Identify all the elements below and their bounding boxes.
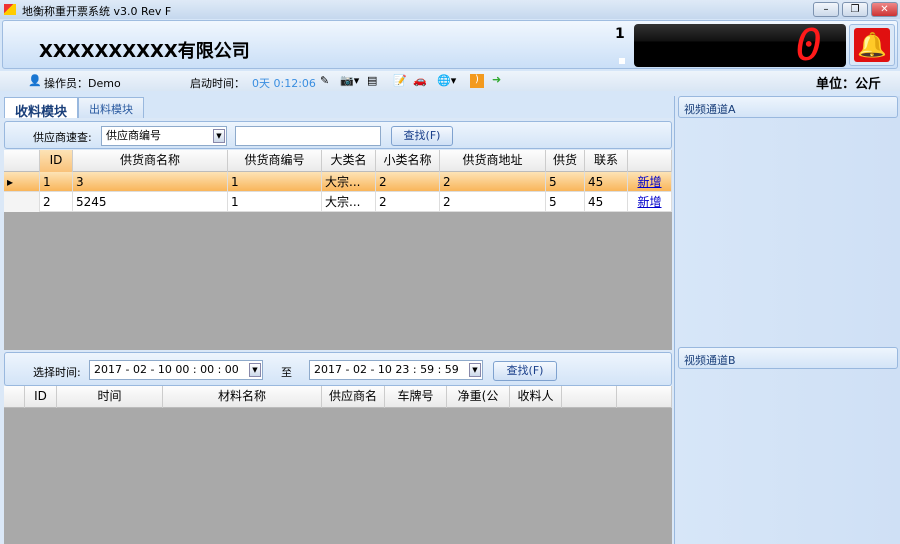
- column-header[interactable]: [628, 150, 672, 172]
- table-cell: 2: [40, 192, 73, 212]
- column-header[interactable]: 小类名称: [376, 150, 440, 172]
- column-header[interactable]: 供货商地址: [440, 150, 546, 172]
- table-cell: 3: [73, 172, 228, 192]
- table-cell: 大宗...: [322, 192, 376, 212]
- operator-label: 操作员：Demo: [44, 77, 121, 90]
- row-selector[interactable]: [4, 192, 40, 212]
- car-icon[interactable]: 🚗: [413, 74, 427, 87]
- chevron-down-icon[interactable]: ▼: [469, 363, 481, 377]
- uptime-label: 启动时间：: [190, 77, 245, 90]
- column-header[interactable]: [562, 386, 617, 408]
- tab-receiving[interactable]: 收料模块: [4, 97, 79, 120]
- table-cell: 45: [585, 192, 628, 212]
- search-field-select[interactable]: 供应商编号 ▼: [101, 126, 227, 146]
- column-header[interactable]: ID: [25, 386, 57, 408]
- table-cell: 1: [228, 172, 322, 192]
- column-header[interactable]: 供货商编号: [228, 150, 322, 172]
- toolbar: 👤 操作员：Demo 启动时间： 0天 0:12:06 ✎ 📷▾ ▤ 📝 🚗 🌐…: [0, 71, 900, 92]
- weight-display: 0: [634, 20, 846, 71]
- table-cell: 5245: [73, 192, 228, 212]
- weight-value: 0: [795, 20, 823, 71]
- column-header[interactable]: 大类名: [322, 150, 376, 172]
- table-cell: 2: [376, 192, 440, 212]
- video-channel-a: 视频通道A: [678, 96, 898, 118]
- status-indicator: [619, 58, 625, 64]
- search-input[interactable]: [235, 126, 381, 146]
- scale-number: 1: [615, 26, 625, 42]
- table-cell: 2: [440, 172, 546, 192]
- globe-icon[interactable]: 🌐▾: [437, 74, 456, 87]
- search-button[interactable]: 查找(F): [391, 126, 453, 146]
- video-channel-b: 视频通道B: [678, 347, 898, 369]
- restore-button[interactable]: ❐: [842, 2, 868, 17]
- header: XXXXXXXXXX有限公司 1 0 🔔: [2, 20, 898, 71]
- start-time-picker[interactable]: 2017 - 02 - 10 00 : 00 : 00 ▼: [89, 360, 263, 380]
- camera-icon[interactable]: 📷▾: [340, 74, 359, 87]
- table-cell: 大宗...: [322, 172, 376, 192]
- row-header-corner[interactable]: [4, 386, 25, 408]
- table-cell: 45: [585, 172, 628, 192]
- uptime-value: 0天 0:12:06: [252, 77, 316, 90]
- column-header[interactable]: 车牌号: [385, 386, 447, 408]
- column-header[interactable]: 材料名称: [163, 386, 322, 408]
- column-header[interactable]: 供货商名称: [73, 150, 228, 172]
- record-grid: ID 时间 材料名称 供应商名 车牌号 净重(公 收料人: [4, 386, 672, 544]
- time-search-button[interactable]: 查找(F): [493, 361, 557, 381]
- row-selector[interactable]: ▸: [4, 172, 40, 192]
- title-bar: 地衡称重开票系统 v3.0 Rev F – ❐ ✕: [0, 0, 900, 19]
- to-label: 至: [281, 366, 292, 379]
- column-header[interactable]: 时间: [57, 386, 163, 408]
- close-button[interactable]: ✕: [871, 2, 898, 17]
- search-label: 供应商速查:: [33, 131, 92, 144]
- exit-arrow-icon[interactable]: ➜: [492, 73, 501, 86]
- video-pane: 视频通道A 视频通道B: [674, 96, 900, 544]
- table-cell: 2: [376, 172, 440, 192]
- time-label: 选择时间:: [33, 366, 81, 379]
- chevron-down-icon[interactable]: ▼: [213, 129, 225, 143]
- add-link[interactable]: 新增: [628, 192, 672, 212]
- edit-icon[interactable]: 📝: [393, 74, 407, 87]
- tab-shipping[interactable]: 出料模块: [78, 97, 144, 119]
- table-row[interactable]: 2 5245 1 大宗... 2 2 5 45 新增: [4, 192, 672, 212]
- chevron-down-icon[interactable]: ▼: [249, 363, 261, 377]
- time-filter-panel: 选择时间: 2017 - 02 - 10 00 : 00 : 00 ▼ 至 201…: [4, 352, 672, 386]
- window-title: 地衡称重开票系统 v3.0 Rev F: [22, 5, 172, 18]
- user-icon: 👤: [28, 74, 42, 87]
- unit-label: 单位：公斤: [816, 77, 882, 92]
- column-header[interactable]: 供应商名: [322, 386, 385, 408]
- table-cell: 5: [546, 172, 585, 192]
- column-header[interactable]: 净重(公: [447, 386, 510, 408]
- end-time-picker[interactable]: 2017 - 02 - 10 23 : 59 : 59 ▼: [309, 360, 483, 380]
- user-settings-icon[interactable]: ✎: [320, 74, 329, 87]
- alarm-button[interactable]: 🔔: [849, 24, 895, 66]
- column-header[interactable]: 供货: [546, 150, 585, 172]
- table-row[interactable]: ▸ 1 3 1 大宗... 2 2 5 45 新增: [4, 172, 672, 192]
- window-icon[interactable]: ▤: [367, 74, 377, 87]
- column-header[interactable]: 联系: [585, 150, 628, 172]
- rss-icon[interactable]: ): [470, 74, 484, 88]
- app-icon: [4, 4, 16, 15]
- supplier-grid: ID 供货商名称 供货商编号 大类名 小类名称 供货商地址 供货 联系 ▸ 1 3 1 大宗... 2 2…: [4, 150, 672, 350]
- add-link[interactable]: 新增: [628, 172, 672, 192]
- search-panel: 供应商速查: 供应商编号 ▼ 查找(F): [4, 121, 672, 149]
- table-cell: 5: [546, 192, 585, 212]
- table-cell: 1: [228, 192, 322, 212]
- column-header[interactable]: [617, 386, 672, 408]
- bell-icon: 🔔: [854, 28, 890, 62]
- row-header-corner[interactable]: [4, 150, 40, 172]
- column-header[interactable]: ID: [40, 150, 73, 172]
- minimize-button[interactable]: –: [813, 2, 839, 17]
- table-cell: 2: [440, 192, 546, 212]
- company-name: XXXXXXXXXX有限公司: [39, 41, 250, 62]
- column-header[interactable]: 收料人: [510, 386, 562, 408]
- table-cell: 1: [40, 172, 73, 192]
